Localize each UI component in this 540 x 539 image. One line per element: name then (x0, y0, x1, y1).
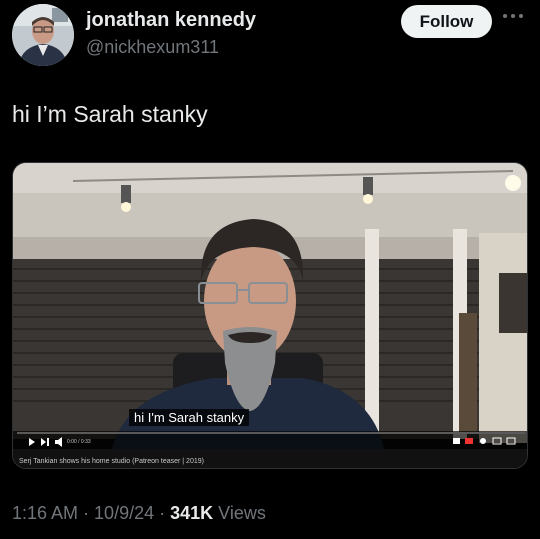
tweet-text: hi I’m Sarah stanky (12, 101, 208, 127)
post-time[interactable]: 1:16 AM (12, 503, 78, 523)
tweet-meta: 1:16 AM · 10/9/24 · 341K Views (12, 503, 266, 524)
views-label: Views (213, 503, 266, 523)
views-count: 341K (170, 503, 214, 523)
post-date[interactable]: 10/9/24 (94, 503, 154, 523)
video-caption: hi I'm Sarah stanky (129, 409, 250, 426)
video-player[interactable]: hi I'm Sarah stanky 0:00 / 0:33 Serj Tan… (12, 162, 528, 469)
avatar[interactable] (12, 4, 74, 66)
author-display-name[interactable]: jonathan kennedy (86, 9, 256, 32)
video-subtitle: Serj Tankian shows his home studio (Patr… (19, 458, 204, 465)
person-photo-icon (12, 4, 74, 66)
author-handle[interactable]: @nickhexum311 (86, 37, 219, 58)
video-frame (13, 163, 527, 468)
more-options-button[interactable] (500, 6, 526, 26)
separator: · (154, 503, 171, 523)
separator: · (78, 503, 95, 523)
follow-button[interactable]: Follow (401, 5, 492, 38)
video-time: 0:00 / 0:33 (67, 439, 91, 445)
more-horizontal-icon (503, 14, 523, 18)
